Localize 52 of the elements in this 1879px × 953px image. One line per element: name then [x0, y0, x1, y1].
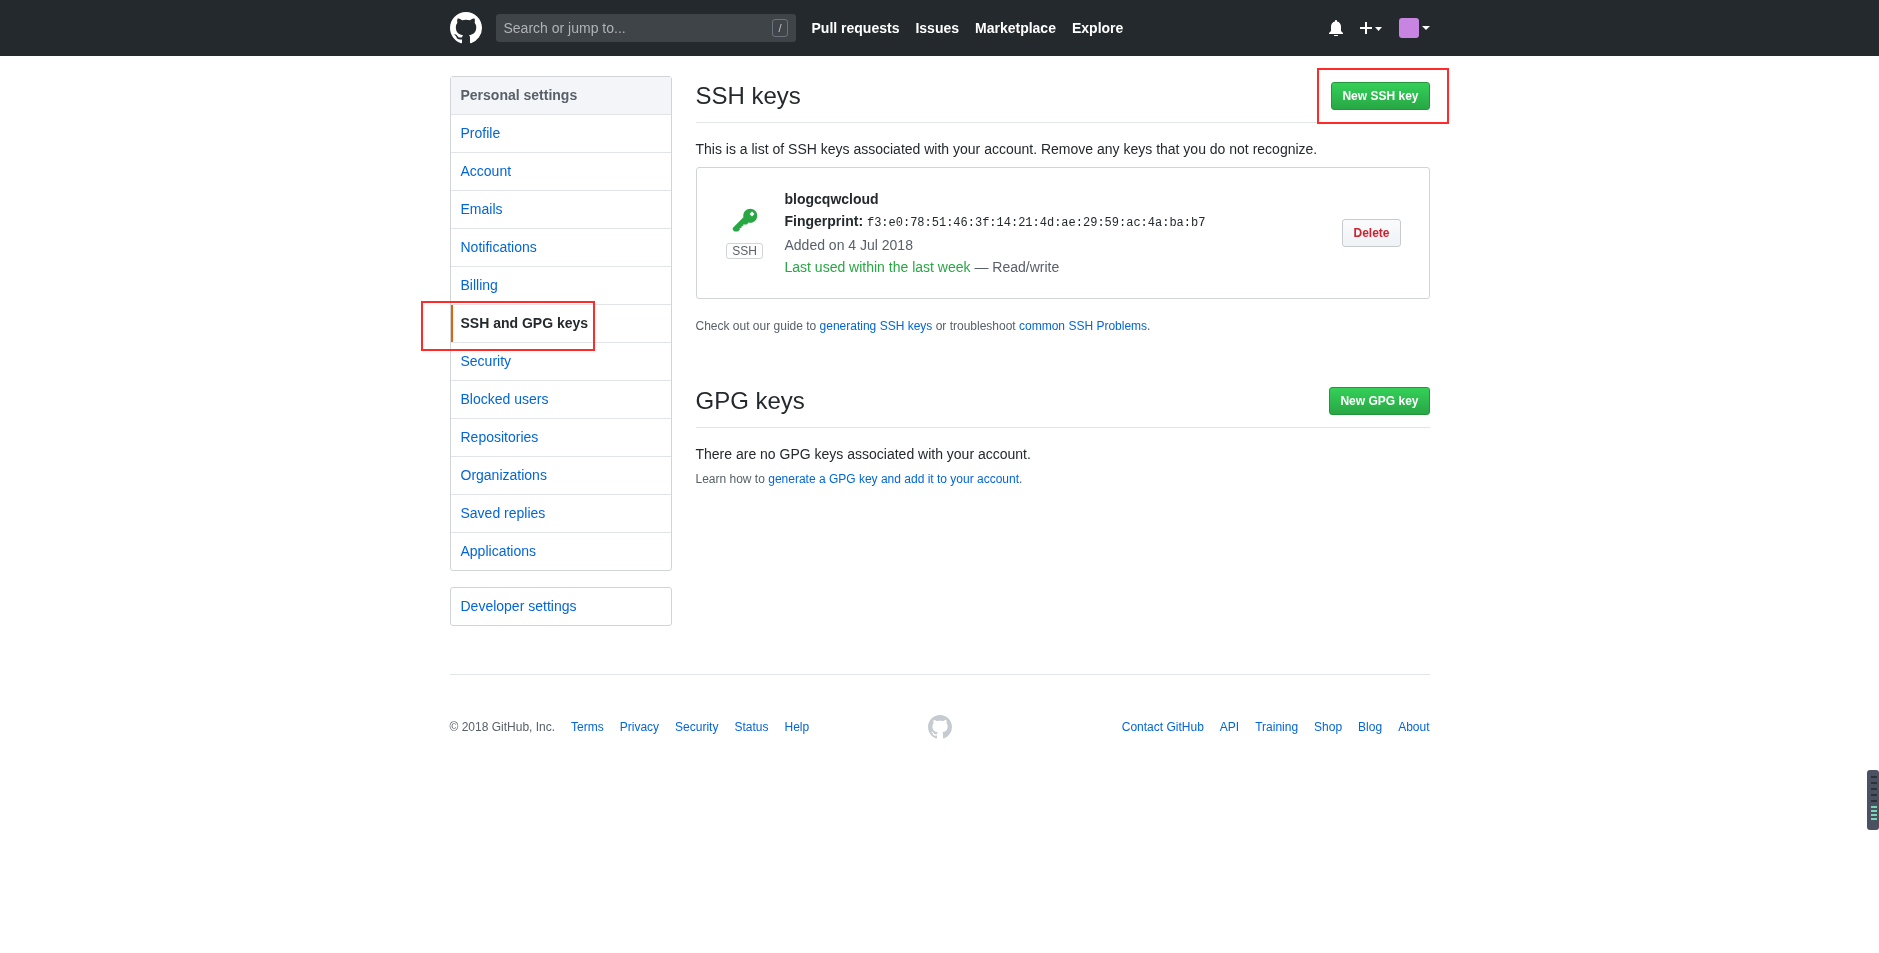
- footer-link[interactable]: Help: [784, 720, 810, 734]
- delete-button[interactable]: Delete: [1342, 219, 1401, 247]
- sidebar-item[interactable]: SSH and GPG keys: [450, 305, 671, 342]
- sidebar-item[interactable]: Profile: [450, 115, 671, 152]
- sidebar-item[interactable]: Saved replies: [450, 495, 671, 532]
- footer-link[interactable]: About: [1398, 720, 1430, 734]
- footer-link[interactable]: Training: [1255, 720, 1299, 734]
- sidebar-item[interactable]: Security: [450, 343, 671, 380]
- sidebar-item[interactable]: Account: [450, 153, 671, 190]
- sidebar-item[interactable]: Emails: [450, 191, 671, 228]
- section-title: SSH keys: [695, 82, 801, 110]
- bell-icon[interactable]: [1328, 20, 1343, 36]
- nav-link[interactable]: Explore: [1071, 20, 1124, 36]
- sidebar-item[interactable]: Billing: [450, 267, 671, 304]
- nav-link[interactable]: Marketplace: [975, 20, 1056, 36]
- sidebar-item[interactable]: Notifications: [450, 229, 671, 266]
- sidebar-item[interactable]: Applications: [450, 533, 671, 570]
- section-title: GPG keys: [695, 387, 805, 415]
- help-text: Learn how to generate a GPG key and add it to your account.: [695, 472, 1024, 486]
- caret-icon[interactable]: [1421, 25, 1430, 31]
- nav-link[interactable]: Pull requests: [811, 20, 900, 36]
- avatar[interactable]: [1398, 18, 1419, 38]
- key-name: blogcqwcloud: [784, 190, 880, 209]
- footer-link[interactable]: Security: [675, 720, 719, 734]
- fingerprint-label: Fingerprint:: [784, 213, 864, 229]
- copyright-text: © 2018 GitHub, Inc.: [449, 720, 556, 734]
- guide-link[interactable]: generating SSH keys: [819, 319, 933, 333]
- help-text: Check out our guide to generating SSH keys or troubleshoot common SSH Problems.: [695, 319, 1152, 333]
- sidebar-item[interactable]: Developer settings: [450, 588, 671, 625]
- side-widget-drawing[interactable]: [1867, 770, 1879, 830]
- access-level: — Read/write: [974, 259, 1060, 275]
- sidebar-item[interactable]: Blocked users: [450, 381, 671, 418]
- keyboard-shortcut-hint: /: [772, 19, 788, 37]
- sidebar-item[interactable]: Repositories: [450, 419, 671, 456]
- key-type-label: SSH: [726, 243, 763, 259]
- footer-link[interactable]: Status: [734, 720, 769, 734]
- footer-link[interactable]: Blog: [1358, 720, 1383, 734]
- empty-message: There are no GPG keys associated with your account.: [695, 446, 1032, 462]
- added-date: Added on 4 Jul 2018: [784, 236, 914, 255]
- nav-link[interactable]: Issues: [915, 20, 959, 36]
- footer-link[interactable]: API: [1219, 720, 1240, 734]
- key-icon: [730, 207, 759, 235]
- footer-link[interactable]: Privacy: [619, 720, 660, 734]
- footer-link[interactable]: Terms: [571, 720, 604, 734]
- sidebar-item[interactable]: Organizations: [450, 457, 671, 494]
- last-used-text: Last used within the last week: [784, 259, 971, 275]
- menu-heading: Personal settings: [450, 77, 671, 115]
- footer-link[interactable]: Shop: [1314, 720, 1343, 734]
- footer-link[interactable]: Contact GitHub: [1121, 720, 1204, 734]
- intro-text: This is a list of SSH keys associated with your account. Remove any keys that you do not recognize.: [695, 141, 1319, 157]
- plus-dropdown-icon[interactable]: [1358, 21, 1383, 35]
- fingerprint-value: f3:e0:78:51:46:3f:14:21:4d:ae:29:59:ac:4a:ba:b7: [866, 216, 1206, 230]
